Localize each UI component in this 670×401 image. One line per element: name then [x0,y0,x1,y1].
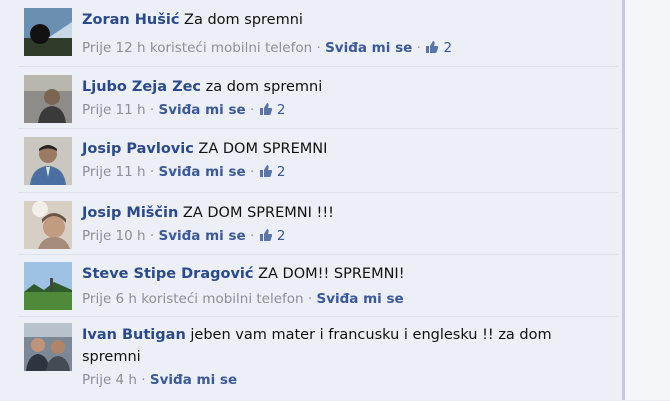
comment-author[interactable]: Josip Pavlovic [82,141,194,157]
comment-avatar[interactable] [24,137,72,185]
comment-item: Zoran Hušić Za dom spremni Prije 12 h ko… [18,0,618,66]
meta-separator: · [316,40,321,56]
meta-separator: · [416,40,421,56]
comment-meta: Prije 10 h · Sviđa mi se · 2 [82,228,285,244]
meta-separator: · [249,164,255,180]
comment-author[interactable]: Josip Miščin [82,205,178,221]
comment-item: Josip Pavlovic ZA DOM SPREMNI Prije 11 h… [18,128,618,193]
person-avatar-icon [24,201,72,249]
comment-body: Ivan Butigan jeben vam mater i francusku… [82,324,582,368]
thumbs-up-icon [426,41,439,53]
meta-separator: · [307,291,313,307]
comment-body: Josip Miščin ZA DOM SPREMNI !!! [82,202,610,224]
like-count-link[interactable]: 2 [259,164,286,180]
comment-avatar[interactable] [24,8,72,56]
right-column [625,0,670,400]
comment-author[interactable]: Ivan Butigan [82,327,186,343]
like-button[interactable]: Sviđa mi se [316,291,403,307]
person-avatar-icon [24,137,72,185]
comment-author[interactable]: Ljubo Zeja Zec [82,79,201,95]
comment-body: Josip Pavlovic ZA DOM SPREMNI [82,138,610,160]
comment-time[interactable]: Prije 11 h [82,164,146,180]
meta-separator: · [249,228,255,244]
comment-author[interactable]: Steve Stipe Dragović [82,266,253,282]
comment-meta: Prije 12 h koristeći mobilni telefon · S… [82,40,452,56]
meta-separator: · [141,372,146,388]
thumbs-up-icon [259,165,272,177]
meta-separator: · [149,228,155,244]
like-button[interactable]: Sviđa mi se [158,102,245,118]
comment-body: Zoran Hušić Za dom spremni [82,9,610,31]
comment-text: za dom spremni [205,79,323,95]
like-count: 2 [443,40,453,56]
like-count: 2 [276,228,286,244]
like-count: 2 [276,102,286,118]
like-count-link[interactable]: 2 [425,40,452,56]
like-count: 2 [276,164,286,180]
meta-separator: · [149,102,155,118]
comment-body: Ljubo Zeja Zec za dom spremni [82,76,610,98]
comment-via: koristeći mobilni telefon [149,40,313,56]
comment-time[interactable]: Prije 11 h [82,102,146,118]
comment-item: Ivan Butigan jeben vam mater i francusku… [18,316,618,401]
comment-text: Za dom spremni [184,12,303,28]
comment-avatar[interactable] [24,262,72,310]
comment-avatar[interactable] [24,201,72,249]
person-avatar-icon [24,75,72,123]
comments-panel: Zoran Hušić Za dom spremni Prije 12 h ko… [0,0,622,400]
group-avatar-icon [24,323,72,371]
landscape-avatar-icon [24,262,72,310]
meta-separator: · [149,164,155,180]
like-button[interactable]: Sviđa mi se [158,228,245,244]
like-button[interactable]: Sviđa mi se [158,164,245,180]
comment-avatar[interactable] [24,323,72,371]
meta-separator: · [249,102,255,118]
comment-meta: Prije 11 h · Sviđa mi se · 2 [82,102,285,118]
comment-time[interactable]: Prije 6 h [82,291,137,307]
like-button[interactable]: Sviđa mi se [150,372,237,388]
landscape-avatar-icon [24,8,72,56]
comment-item: Ljubo Zeja Zec za dom spremni Prije 11 h… [18,66,618,129]
comment-meta: Prije 11 h · Sviđa mi se · 2 [82,164,285,180]
comment-via: koristeći mobilni telefon [141,291,304,307]
like-button[interactable]: Sviđa mi se [325,40,412,56]
comment-avatar[interactable] [24,75,72,123]
comment-meta: Prije 4 h · Sviđa mi se [82,372,237,388]
comment-body: Steve Stipe Dragović ZA DOM!! SPREMNI! [82,263,610,285]
comment-meta: Prije 6 h koristeći mobilni telefon · Sv… [82,291,404,307]
comment-text: ZA DOM SPREMNI [198,141,328,157]
comment-author[interactable]: Zoran Hušić [82,12,179,28]
comment-item: Josip Miščin ZA DOM SPREMNI !!! Prije 10… [18,192,618,255]
comment-time[interactable]: Prije 4 h [82,372,137,388]
thumbs-up-icon [259,103,272,115]
thumbs-up-icon [259,229,272,241]
like-count-link[interactable]: 2 [259,228,286,244]
comment-time[interactable]: Prije 12 h [82,40,146,56]
comment-text: ZA DOM SPREMNI !!! [182,205,334,221]
comment-time[interactable]: Prije 10 h [82,228,146,244]
like-count-link[interactable]: 2 [259,102,286,118]
comment-item: Steve Stipe Dragović ZA DOM!! SPREMNI! P… [18,254,618,317]
comment-text: ZA DOM!! SPREMNI! [258,266,405,282]
